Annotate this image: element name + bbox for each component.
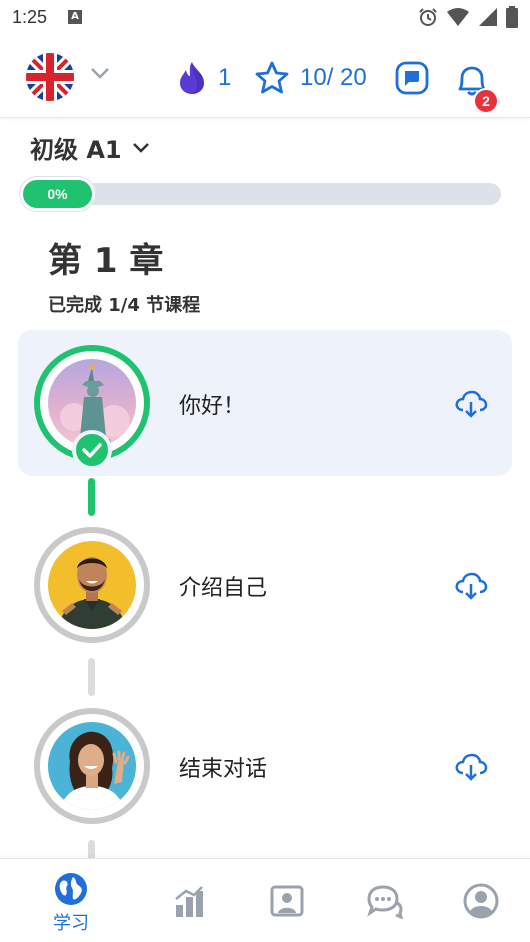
lesson-item[interactable]: 你好！	[18, 330, 512, 476]
lesson-connector-complete	[88, 478, 95, 516]
status-time: 1:25	[12, 7, 48, 27]
nav-account[interactable]	[451, 871, 511, 935]
streak-count: 1	[218, 64, 232, 91]
chat-icon[interactable]	[394, 60, 430, 96]
flame-icon	[180, 62, 204, 94]
nav-profile-card[interactable]	[257, 871, 317, 935]
chapter-subtitle: 已完成 1/4 节课程	[48, 295, 201, 316]
lesson-item[interactable]: 结束对话	[18, 693, 512, 839]
man-avatar-image	[48, 541, 136, 629]
lesson-connector	[88, 658, 95, 696]
status-icons	[418, 6, 518, 28]
nav-learn-label: 学习	[53, 913, 89, 934]
stats-icon	[175, 886, 203, 917]
account-icon	[463, 883, 499, 919]
uk-flag-icon[interactable]	[26, 53, 74, 101]
lesson-ring	[34, 527, 150, 643]
profile-card-icon	[270, 885, 304, 917]
cloud-download-icon[interactable]	[454, 749, 488, 783]
lesson-label: 结束对话	[179, 757, 268, 782]
signal-icon	[479, 8, 497, 26]
bottom-nav: 学习	[0, 858, 530, 942]
level-title: 初级 A1	[30, 136, 122, 164]
battery-icon	[506, 6, 518, 28]
status-bar: 1:25 A	[0, 0, 530, 36]
cloud-download-icon[interactable]	[454, 386, 488, 420]
chapter-title: 第 1 章	[48, 241, 164, 281]
lesson-ring	[34, 708, 150, 824]
lesson-label: 介绍自己	[179, 576, 268, 601]
top-header: 1 10/ 20 2	[0, 36, 530, 118]
nav-chat[interactable]	[354, 871, 414, 935]
streak-counter[interactable]: 1	[178, 61, 231, 95]
lesson-item[interactable]: 介绍自己	[18, 512, 512, 658]
completed-check-icon	[72, 430, 112, 470]
cloud-download-icon[interactable]	[454, 568, 488, 602]
alarm-icon	[419, 8, 437, 26]
level-progress-fill: 0%	[20, 177, 95, 211]
notification-a-icon: A	[68, 10, 82, 24]
nav-learn[interactable]: 学习	[41, 871, 101, 935]
nav-stats[interactable]	[160, 871, 220, 935]
notification-badge: 2	[473, 88, 499, 114]
level-selector[interactable]: 初级 A1	[30, 130, 150, 165]
stars-counter[interactable]: 10/ 20	[254, 60, 367, 96]
star-icon	[255, 61, 289, 94]
wifi-icon	[447, 8, 469, 26]
woman-avatar-image	[48, 722, 136, 810]
lesson-label: 你好！	[179, 394, 246, 419]
chevron-down-icon[interactable]	[90, 66, 110, 80]
globe-icon	[55, 873, 87, 905]
stars-count: 10/ 20	[300, 64, 367, 91]
chevron-down-icon	[132, 142, 149, 153]
chat-bubbles-icon	[367, 885, 403, 919]
